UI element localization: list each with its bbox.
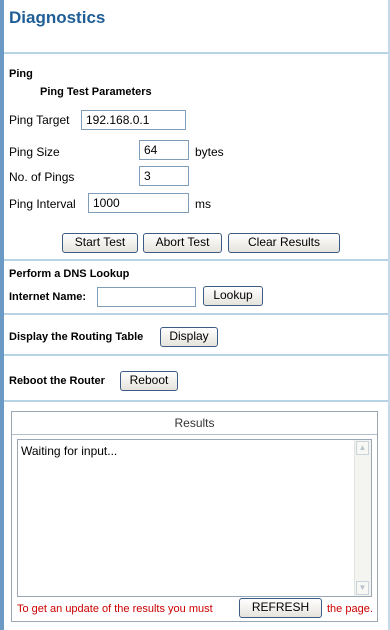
results-panel: Results Waiting for input... ▲ ▼ To get … xyxy=(11,411,378,622)
results-text: Waiting for input... xyxy=(21,444,118,458)
ping-interval-label: Ping Interval xyxy=(9,197,76,211)
routing-divider xyxy=(4,354,388,356)
results-scrollbar[interactable]: ▲ ▼ xyxy=(354,440,371,596)
title-divider xyxy=(4,52,388,54)
left-frame-border xyxy=(0,0,4,630)
ping-count-label: No. of Pings xyxy=(9,170,75,184)
refresh-note-before: To get an update of the results you must xyxy=(17,603,213,615)
display-routing-button[interactable]: Display xyxy=(160,327,218,347)
refresh-note-after: the page. xyxy=(327,603,373,615)
reboot-divider xyxy=(4,400,388,402)
reboot-label: Reboot the Router xyxy=(9,375,105,387)
ping-size-label: Ping Size xyxy=(9,145,60,159)
ping-count-input[interactable]: 3 xyxy=(139,166,189,186)
reboot-button[interactable]: Reboot xyxy=(120,371,178,391)
ping-interval-input[interactable]: 1000 xyxy=(88,193,189,213)
dns-section-label: Perform a DNS Lookup xyxy=(9,268,130,280)
routing-table-label: Display the Routing Table xyxy=(9,331,144,343)
ping-size-input[interactable]: 64 xyxy=(139,140,189,160)
start-test-button[interactable]: Start Test xyxy=(62,233,138,253)
ping-interval-unit: ms xyxy=(195,197,211,211)
ping-section-label: Ping xyxy=(9,68,33,80)
ping-target-label: Ping Target xyxy=(9,113,70,127)
dns-divider xyxy=(4,313,388,315)
clear-results-button[interactable]: Clear Results xyxy=(228,233,340,253)
dns-name-input[interactable] xyxy=(97,287,196,307)
page-title: Diagnostics xyxy=(9,8,106,27)
refresh-button[interactable]: REFRESH xyxy=(239,598,322,618)
refresh-note: To get an update of the results you must xyxy=(17,603,213,615)
ping-size-unit: bytes xyxy=(195,145,224,159)
results-header: Results xyxy=(12,412,377,435)
lookup-button[interactable]: Lookup xyxy=(203,286,263,306)
ping-target-input[interactable]: 192.168.0.1 xyxy=(81,110,186,130)
dns-name-label: Internet Name: xyxy=(9,291,87,303)
ping-divider xyxy=(4,259,388,261)
results-textarea[interactable]: Waiting for input... ▲ ▼ xyxy=(17,439,372,597)
scroll-down-arrow-icon[interactable]: ▼ xyxy=(356,581,369,595)
abort-test-button[interactable]: Abort Test xyxy=(143,233,222,253)
ping-params-heading: Ping Test Parameters xyxy=(40,86,152,98)
scroll-up-arrow-icon[interactable]: ▲ xyxy=(356,441,369,455)
